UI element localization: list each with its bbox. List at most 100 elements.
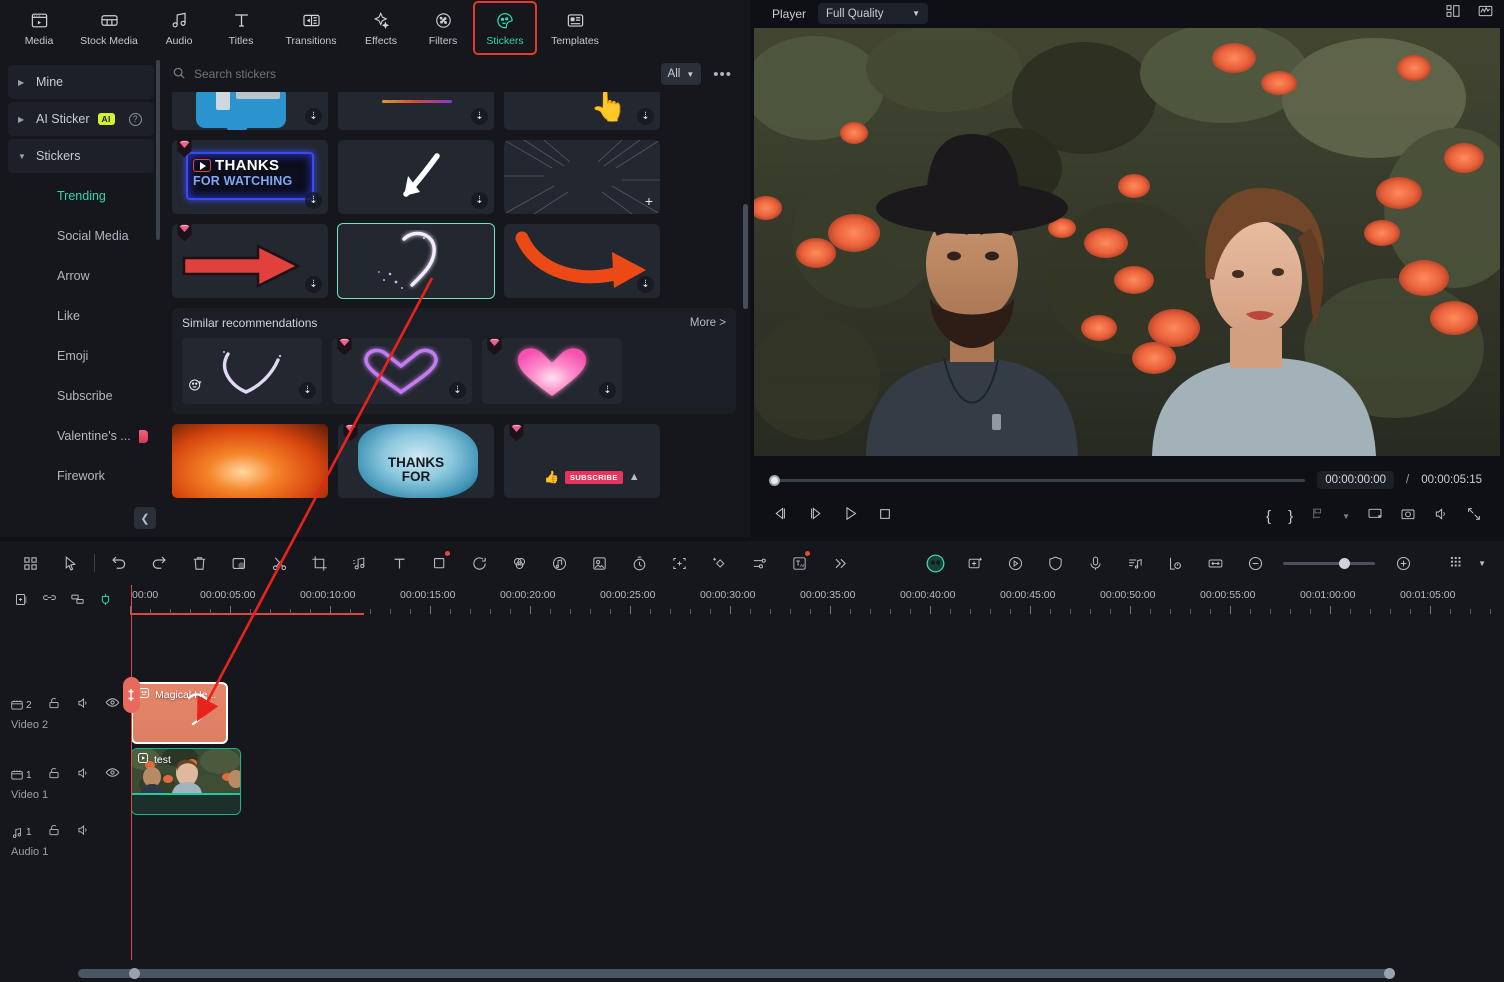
- help-icon[interactable]: ?: [128, 112, 142, 126]
- download-icon[interactable]: ⇣: [637, 276, 654, 293]
- stop-button[interactable]: [877, 506, 893, 527]
- playhead-handle[interactable]: [122, 677, 140, 713]
- undo-button[interactable]: [99, 548, 139, 578]
- add-media-button[interactable]: [955, 548, 995, 578]
- tab-stickers[interactable]: Stickers: [473, 1, 537, 55]
- download-icon[interactable]: ⇣: [449, 382, 466, 399]
- timeline-clip-sticker[interactable]: Magical He...: [131, 682, 228, 744]
- track-visibility-icon[interactable]: [105, 765, 120, 785]
- timeline-clip-video[interactable]: test: [131, 748, 241, 815]
- mark-out-button[interactable]: }: [1288, 508, 1293, 525]
- sidebar-item-firework[interactable]: Firework: [0, 456, 162, 496]
- download-icon[interactable]: ⇣: [299, 382, 316, 399]
- timeline-horizontal-scrollbar[interactable]: [0, 966, 1504, 982]
- speed-button[interactable]: [459, 548, 499, 578]
- similar-cell-sparkle-heart-open[interactable]: ⇣: [182, 338, 322, 404]
- delete-button[interactable]: [179, 548, 219, 578]
- fullscreen-icon[interactable]: [1466, 506, 1482, 527]
- more-tools-button[interactable]: [819, 548, 859, 578]
- timeline-playhead[interactable]: [122, 585, 140, 960]
- sticker-cell-red-arrow[interactable]: ⇣: [172, 224, 328, 298]
- tab-effects[interactable]: Effects: [350, 2, 412, 54]
- redo-button[interactable]: [139, 548, 179, 578]
- sidebar-item-subscribe[interactable]: Subscribe: [0, 376, 162, 416]
- next-frame-button[interactable]: [807, 505, 824, 527]
- shield-button[interactable]: [1035, 548, 1075, 578]
- sidebar-item-valentines[interactable]: Valentine's ...: [0, 416, 162, 456]
- select-tool-button[interactable]: [50, 548, 90, 578]
- sticker-cell-arrow-downleft[interactable]: ⇣: [338, 140, 494, 214]
- track-mute-icon[interactable]: [76, 696, 90, 715]
- add-icon[interactable]: +: [645, 194, 653, 208]
- sidebar-item-social-media[interactable]: Social Media: [0, 216, 162, 256]
- sticker-cell-subscribe[interactable]: 👍 SUBSCRIBE ▲: [504, 424, 660, 498]
- track-lock-icon[interactable]: [47, 823, 61, 842]
- sidebar-item-emoji[interactable]: Emoji: [0, 336, 162, 376]
- adjust-button[interactable]: [739, 548, 779, 578]
- sticker-cell-speed-lines[interactable]: +: [504, 140, 660, 214]
- similar-cell-pink-heart[interactable]: ⇣: [482, 338, 622, 404]
- timeline-density-button[interactable]: [1440, 548, 1474, 578]
- color-match-button[interactable]: [499, 548, 539, 578]
- snapshot-icon[interactable]: [1400, 506, 1416, 527]
- volume-icon[interactable]: [1433, 506, 1449, 527]
- magnet-snap-icon[interactable]: [94, 588, 116, 610]
- waveform-monitor-icon[interactable]: [1477, 3, 1494, 24]
- tab-audio[interactable]: Audio: [148, 2, 210, 54]
- download-icon[interactable]: ⇣: [305, 108, 322, 125]
- sidebar-scrollbar[interactable]: [156, 60, 160, 240]
- ai-portrait-button[interactable]: [579, 548, 619, 578]
- similar-more-link[interactable]: More >: [690, 317, 726, 329]
- add-track-icon[interactable]: [10, 588, 32, 610]
- tab-stock-media[interactable]: Stock Media: [70, 2, 148, 54]
- crop-button[interactable]: [299, 548, 339, 578]
- tab-transitions[interactable]: Transitions: [272, 2, 350, 54]
- tab-titles[interactable]: Titles: [210, 2, 272, 54]
- audio-detach-button[interactable]: [339, 548, 379, 578]
- track-mute-icon[interactable]: [76, 823, 90, 842]
- collapse-sidebar-button[interactable]: ❮: [134, 507, 156, 529]
- ai-text-button[interactable]: AI: [779, 548, 819, 578]
- text-button[interactable]: [379, 548, 419, 578]
- track-lock-icon[interactable]: [47, 696, 61, 715]
- ai-avatar-button[interactable]: [915, 548, 955, 578]
- sidebar-group-mine[interactable]: ▶ Mine: [8, 65, 154, 99]
- display-settings-icon[interactable]: [1367, 506, 1383, 527]
- sticker-cell-orange-curve-arrow[interactable]: ⇣: [504, 224, 660, 298]
- scrubber-track[interactable]: [769, 474, 1306, 486]
- prev-frame-button[interactable]: [772, 505, 789, 527]
- auto-enhance-button[interactable]: [219, 548, 259, 578]
- video-preview[interactable]: [750, 28, 1504, 460]
- zoom-out-button[interactable]: [1235, 548, 1275, 578]
- sidebar-group-stickers[interactable]: ▼ Stickers: [8, 139, 154, 173]
- shape-button[interactable]: [419, 548, 459, 578]
- ai-audio-button[interactable]: [539, 548, 579, 578]
- motion-tracking-button[interactable]: [659, 548, 699, 578]
- sidebar-group-ai-sticker[interactable]: ▶ AI Sticker AI ?: [8, 102, 154, 136]
- link-clips-icon[interactable]: [38, 588, 60, 610]
- silence-detection-button[interactable]: [1155, 548, 1195, 578]
- workspace-layout-button[interactable]: [10, 548, 50, 578]
- download-icon[interactable]: ⇣: [305, 192, 322, 209]
- sticker-cell[interactable]: 👆 ⇣: [504, 92, 660, 130]
- keyframe-add-button[interactable]: [699, 548, 739, 578]
- play-button[interactable]: [842, 505, 859, 527]
- scrollbar-thumb[interactable]: [78, 969, 1392, 978]
- stopwatch-button[interactable]: [619, 548, 659, 578]
- player-scrubber[interactable]: 00:00:00:00 / 00:00:05:15: [750, 468, 1504, 492]
- fit-timeline-button[interactable]: [1195, 548, 1235, 578]
- filter-dropdown[interactable]: All ▼: [660, 63, 702, 85]
- tab-templates[interactable]: Templates: [536, 2, 614, 54]
- zoom-slider-handle[interactable]: [1339, 557, 1350, 569]
- sticker-cell-thanks-neon[interactable]: THANKS FOR WATCHING ⇣: [172, 140, 328, 214]
- track-visibility-icon[interactable]: [105, 695, 120, 715]
- quality-dropdown[interactable]: Full Quality ▼: [818, 3, 929, 24]
- keyframe-icon[interactable]: [1310, 506, 1325, 526]
- layout-grid-icon[interactable]: [1445, 3, 1461, 24]
- track-lock-icon[interactable]: [47, 766, 61, 785]
- record-screen-button[interactable]: [995, 548, 1035, 578]
- sticker-cell-fire[interactable]: [172, 424, 328, 498]
- auto-beat-sync-button[interactable]: [1115, 548, 1155, 578]
- download-icon[interactable]: ⇣: [599, 382, 616, 399]
- mark-in-button[interactable]: {: [1266, 508, 1271, 525]
